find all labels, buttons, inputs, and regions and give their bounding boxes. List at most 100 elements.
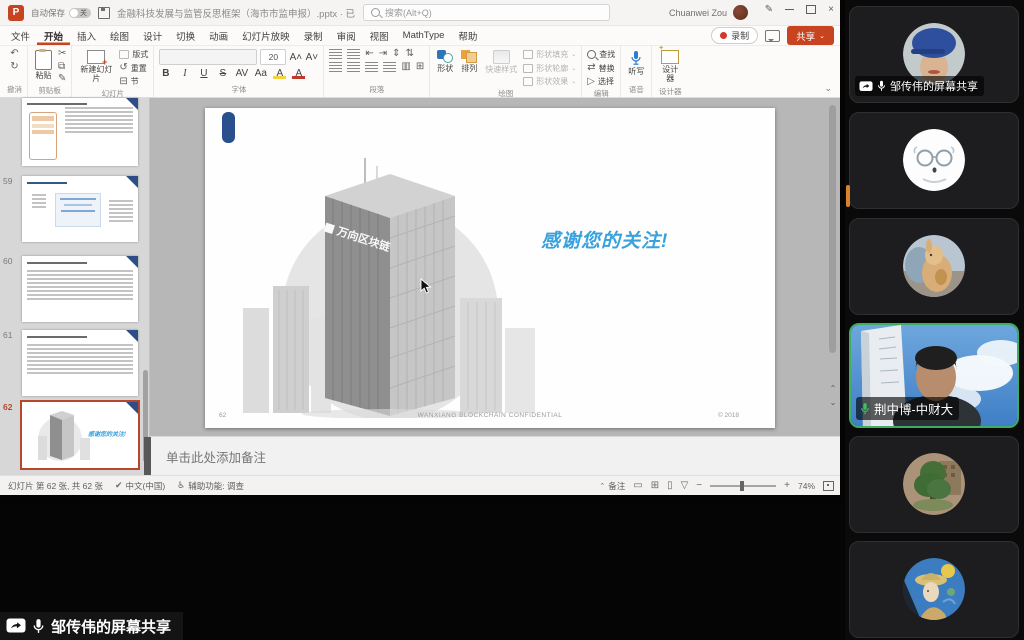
grow-font-icon[interactable]: A˄	[289, 52, 302, 63]
notes-pane[interactable]: 单击此处添加备注	[150, 436, 840, 475]
arrange-button[interactable]: 排列	[459, 49, 479, 75]
zoom-out-icon[interactable]: −	[696, 480, 702, 491]
font-size-combobox[interactable]: 20	[260, 49, 286, 65]
minimize-button[interactable]	[785, 9, 794, 11]
find-button[interactable]: 查找	[587, 49, 615, 60]
canvas-scrollbar[interactable]: ⌃ ⌄	[828, 103, 837, 431]
scrollbar-thumb[interactable]	[829, 105, 836, 353]
tab-record[interactable]: 录制	[297, 26, 330, 45]
tab-design[interactable]: 设计	[136, 26, 169, 45]
thumbnail-slide-62-selected[interactable]: 感谢您的关注!	[22, 402, 138, 468]
tab-file[interactable]: 文件	[4, 26, 37, 45]
paste-button[interactable]: 粘贴	[33, 49, 54, 82]
copy-icon[interactable]: ⧉	[58, 62, 66, 72]
undo-icon[interactable]: ↶	[10, 49, 18, 59]
fit-to-window-icon[interactable]	[823, 481, 834, 491]
comments-icon[interactable]	[765, 30, 780, 42]
align-right-icon[interactable]	[365, 62, 378, 72]
strikethrough-button[interactable]: S	[216, 68, 229, 79]
slideshow-icon[interactable]: ▽	[681, 480, 689, 491]
cut-icon[interactable]: ✂	[58, 49, 66, 59]
shapes-button[interactable]: 形状	[435, 49, 455, 75]
smartart-convert-icon[interactable]: ⊞	[416, 62, 424, 72]
bold-button[interactable]: B	[159, 68, 172, 79]
next-slide-icon[interactable]: ⌄	[828, 399, 838, 407]
slide-sorter-icon[interactable]: ⊞	[651, 480, 659, 491]
align-center-icon[interactable]	[347, 62, 360, 72]
account-area[interactable]: Chuanwei Zou	[669, 5, 748, 20]
reading-view-icon[interactable]: ▯	[667, 480, 673, 491]
collapse-ribbon-icon[interactable]: ⌄	[824, 83, 832, 94]
thumbnail-slide-58-partial[interactable]	[22, 98, 138, 166]
line-spacing-icon[interactable]: ⇕	[392, 49, 400, 59]
thanks-textbox[interactable]: 感谢您的关注!	[541, 226, 668, 253]
layout-button[interactable]: 版式	[119, 49, 148, 60]
shape-effects-button[interactable]: 形状效果⌄	[523, 76, 576, 87]
format-painter-icon[interactable]: ✎	[58, 74, 66, 84]
document-title[interactable]: 金融科技发展与监管反思框架（海市市监申报）.pptx · 已保存到这台电脑	[117, 6, 355, 20]
underline-button[interactable]: U	[197, 68, 210, 79]
zoom-in-icon[interactable]: +	[784, 480, 790, 491]
new-slide-button[interactable]: 新建幻灯片	[77, 49, 115, 85]
font-name-combobox[interactable]	[159, 49, 257, 65]
quick-styles-button[interactable]: 快速样式	[483, 49, 519, 76]
tab-review[interactable]: 审阅	[330, 26, 363, 45]
splitter-handle[interactable]	[144, 437, 151, 475]
numbering-icon[interactable]	[347, 49, 360, 59]
select-button[interactable]: ▷选择	[587, 76, 615, 87]
zoom-slider[interactable]	[710, 485, 776, 487]
thumbnail-slide-61[interactable]	[22, 330, 138, 396]
decrease-indent-icon[interactable]: ⇤	[365, 49, 373, 59]
user-avatar[interactable]	[733, 5, 748, 20]
notes-toggle-button[interactable]: ⌃备注	[599, 480, 625, 492]
shape-fill-button[interactable]: 形状填充⌄	[523, 49, 576, 60]
accessibility-button[interactable]: ♿辅助功能: 调查	[177, 480, 244, 492]
previous-slide-icon[interactable]: ⌃	[828, 385, 838, 393]
dictate-button[interactable]: 听写	[626, 49, 646, 78]
font-color-icon[interactable]: A	[292, 68, 305, 79]
participant-tile-3[interactable]	[849, 218, 1019, 315]
notes-placeholder[interactable]: 单击此处添加备注	[166, 447, 266, 466]
slide-canvas[interactable]: 万向区块链 感谢您的关注! 62 WANXIANG BLOCKCHAIN CON…	[150, 98, 840, 436]
columns-icon[interactable]: ▥	[401, 62, 410, 72]
restore-button[interactable]	[806, 5, 816, 14]
participant-tile-5[interactable]	[849, 436, 1019, 533]
autosave-toggle[interactable]: 自动保存 关	[31, 7, 91, 19]
italic-button[interactable]: I	[178, 68, 191, 79]
text-direction-icon[interactable]: ⇅	[406, 49, 414, 59]
designer-button[interactable]: 设计器	[657, 49, 683, 85]
tab-insert[interactable]: 插入	[70, 26, 103, 45]
zoom-slider-thumb[interactable]	[740, 481, 744, 491]
reset-button[interactable]: ↺重置	[119, 63, 148, 74]
tab-mathtype[interactable]: MathType	[396, 26, 452, 45]
section-button[interactable]: ⊟节	[119, 76, 148, 87]
share-button[interactable]: 共享⌄	[787, 26, 834, 45]
language-button[interactable]: ✔中文(中国)	[115, 480, 165, 492]
slide-navy-shape[interactable]	[222, 112, 235, 143]
highlight-color-icon[interactable]: A	[273, 68, 286, 79]
tab-view[interactable]: 视图	[363, 26, 396, 45]
tab-animations[interactable]: 动画	[202, 26, 235, 45]
pin-icon[interactable]: ✎	[765, 4, 773, 15]
participant-tile-speaker[interactable]: 荆中博-中财大	[849, 323, 1019, 428]
justify-icon[interactable]	[383, 62, 396, 72]
record-button[interactable]: 录制	[711, 27, 758, 44]
tab-home[interactable]: 开始	[37, 26, 70, 45]
tab-draw[interactable]: 绘图	[103, 26, 136, 45]
tab-help[interactable]: 帮助	[451, 26, 484, 45]
bullets-icon[interactable]	[329, 49, 342, 59]
align-left-icon[interactable]	[329, 62, 342, 72]
thumbnail-slide-59[interactable]	[22, 176, 138, 242]
participant-tile-sharer[interactable]: 邹传伟的屏幕共享	[849, 6, 1019, 103]
change-case-icon[interactable]: Aa	[254, 68, 267, 79]
close-button[interactable]: ×	[828, 4, 834, 15]
tab-slideshow[interactable]: 幻灯片放映	[235, 26, 297, 45]
redo-icon[interactable]: ↻	[10, 62, 18, 72]
replace-button[interactable]: ⇄替换	[587, 63, 615, 74]
participant-tile-2[interactable]	[849, 112, 1019, 209]
powerpoint-logo-icon[interactable]: P	[8, 5, 24, 21]
tab-transitions[interactable]: 切换	[169, 26, 202, 45]
save-icon[interactable]	[98, 7, 110, 19]
shrink-font-icon[interactable]: A˅	[305, 52, 318, 63]
normal-view-icon[interactable]: ▭	[633, 480, 642, 491]
